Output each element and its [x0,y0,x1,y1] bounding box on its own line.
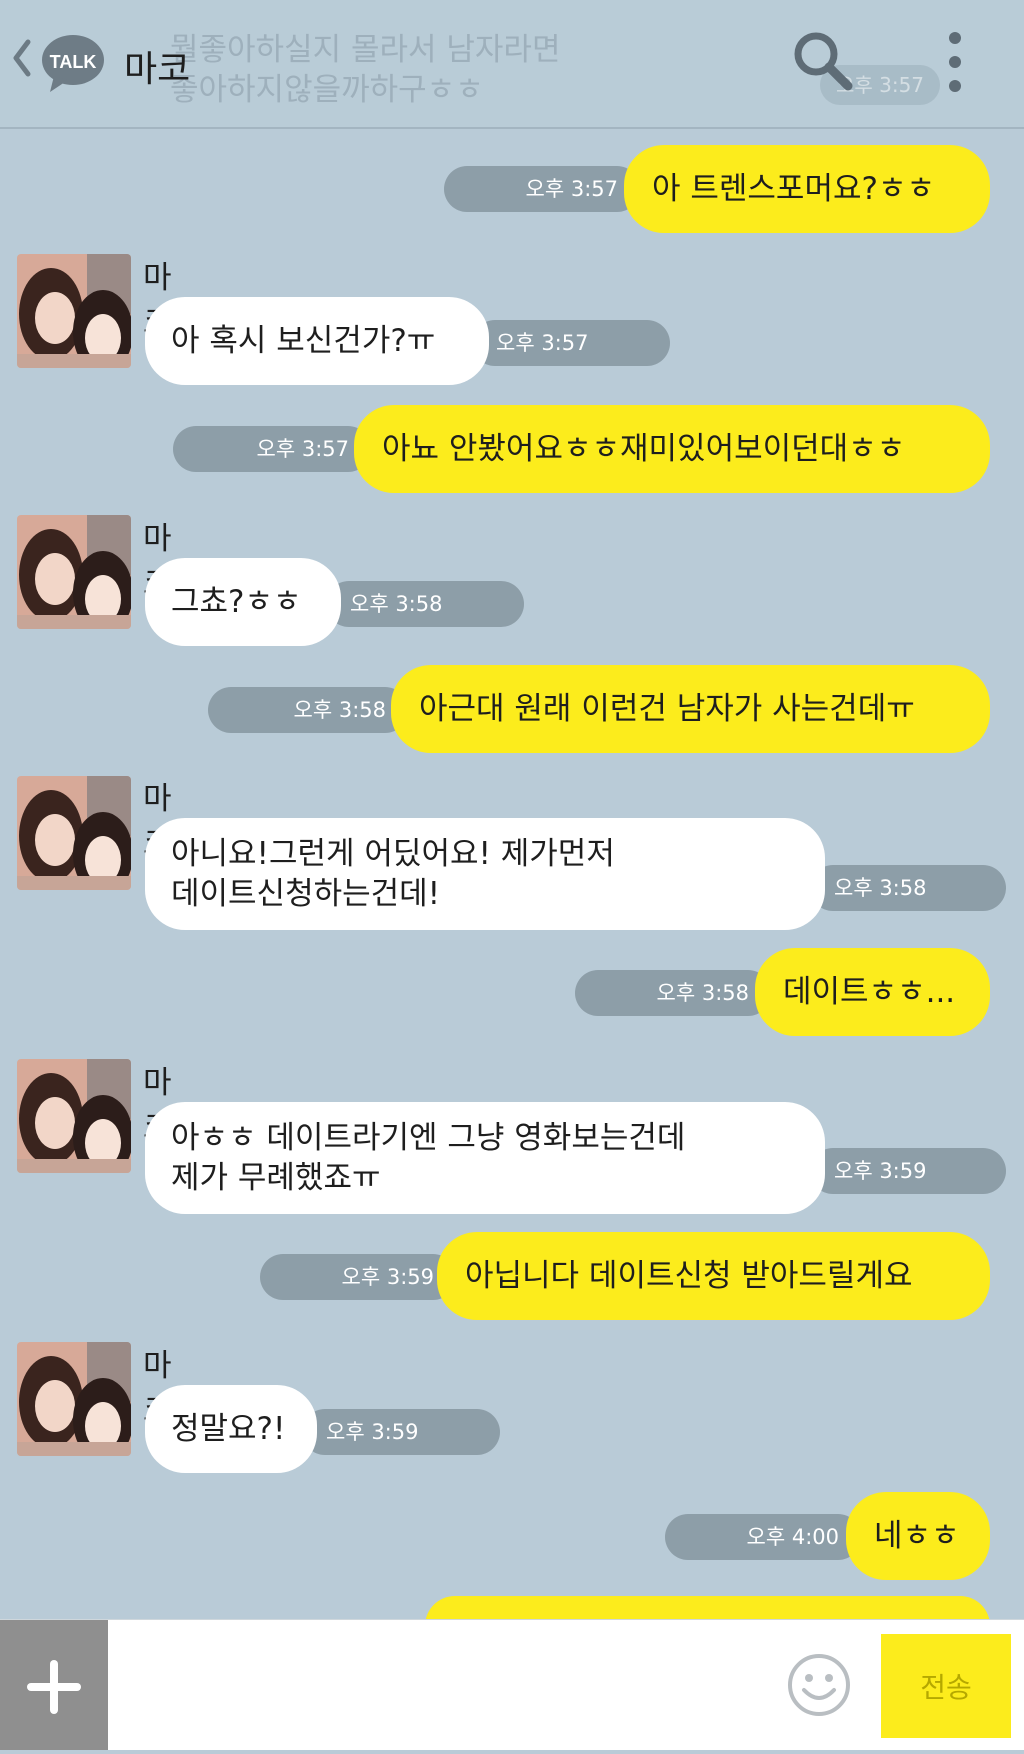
more-vertical-icon[interactable] [935,30,975,94]
message-time: 오후 4:00 [665,1514,861,1560]
talk-logo-text: TALK [50,52,97,72]
message-bubble-outgoing[interactable]: 아 트렌스포머요?ㅎㅎ [624,145,990,233]
avatar[interactable] [17,515,131,629]
plus-icon [27,1660,81,1714]
message-time: 오후 3:57 [472,320,670,366]
message-bubble-outgoing[interactable]: 아근대 원래 이런건 남자가 사는건데ㅠ [391,665,990,753]
send-button[interactable]: 전송 [881,1634,1011,1738]
message-time: 오후 3:58 [326,581,524,627]
message-bubble-incoming[interactable]: 아니요!그런게 어딨어요! 제가먼저 데이트신청하는건데! [145,818,825,930]
chat-room-title: 마코 [124,49,191,90]
avatar[interactable] [17,1342,131,1456]
message-bubble-outgoing[interactable]: 아뇨 안봤어요ㅎㅎ재미있어보이던대ㅎㅎ [354,405,990,493]
message-time: 오후 3:57 [444,166,640,212]
message-bubble-incoming[interactable]: 그쵸?ㅎㅎ [145,558,341,646]
avatar[interactable] [17,776,131,890]
scrolled-message-preview: 뭘좋아하실지 몰라서 남자라면 좋아하지않을까하구ㅎㅎ [170,32,561,108]
chat-header: 뭘좋아하실지 몰라서 남자라면 좋아하지않을까하구ㅎㅎ 오후 3:57 TALK… [0,0,1024,129]
kakaotalk-logo-icon[interactable]: TALK [40,30,106,96]
message-time: 오후 3:59 [810,1148,1006,1194]
back-chevron-icon[interactable] [10,38,32,78]
message-time: 오후 3:59 [260,1254,456,1300]
avatar[interactable] [17,1059,131,1173]
attach-button[interactable] [0,1620,108,1750]
message-bubble-outgoing[interactable]: 데이트ㅎㅎ... [755,948,990,1036]
message-time: 오후 3:58 [810,865,1006,911]
message-time: 오후 3:58 [208,687,408,733]
search-icon[interactable] [790,28,854,92]
message-bubble-incoming[interactable]: 아ㅎㅎ 데이트라기엔 그냥 영화보는건데 제가 무례했죠ㅠ [145,1102,825,1214]
message-bubble-incoming[interactable]: 아 혹시 보신건가?ㅠ [145,297,489,385]
emoji-icon[interactable] [786,1652,852,1718]
avatar[interactable] [17,254,131,368]
message-bubble-outgoing[interactable]: 아닙니다 데이트신청 받아드릴게요 [437,1232,990,1320]
message-bubble-incoming[interactable]: 정말요?! [145,1385,317,1473]
message-input-bar: 전송 [0,1619,1024,1750]
message-time: 오후 3:59 [302,1409,500,1455]
message-bubble-outgoing[interactable]: 네ㅎㅎ [846,1492,990,1580]
message-time: 오후 3:58 [575,970,771,1016]
message-input[interactable] [118,1630,772,1742]
message-time: 오후 3:57 [173,426,371,472]
